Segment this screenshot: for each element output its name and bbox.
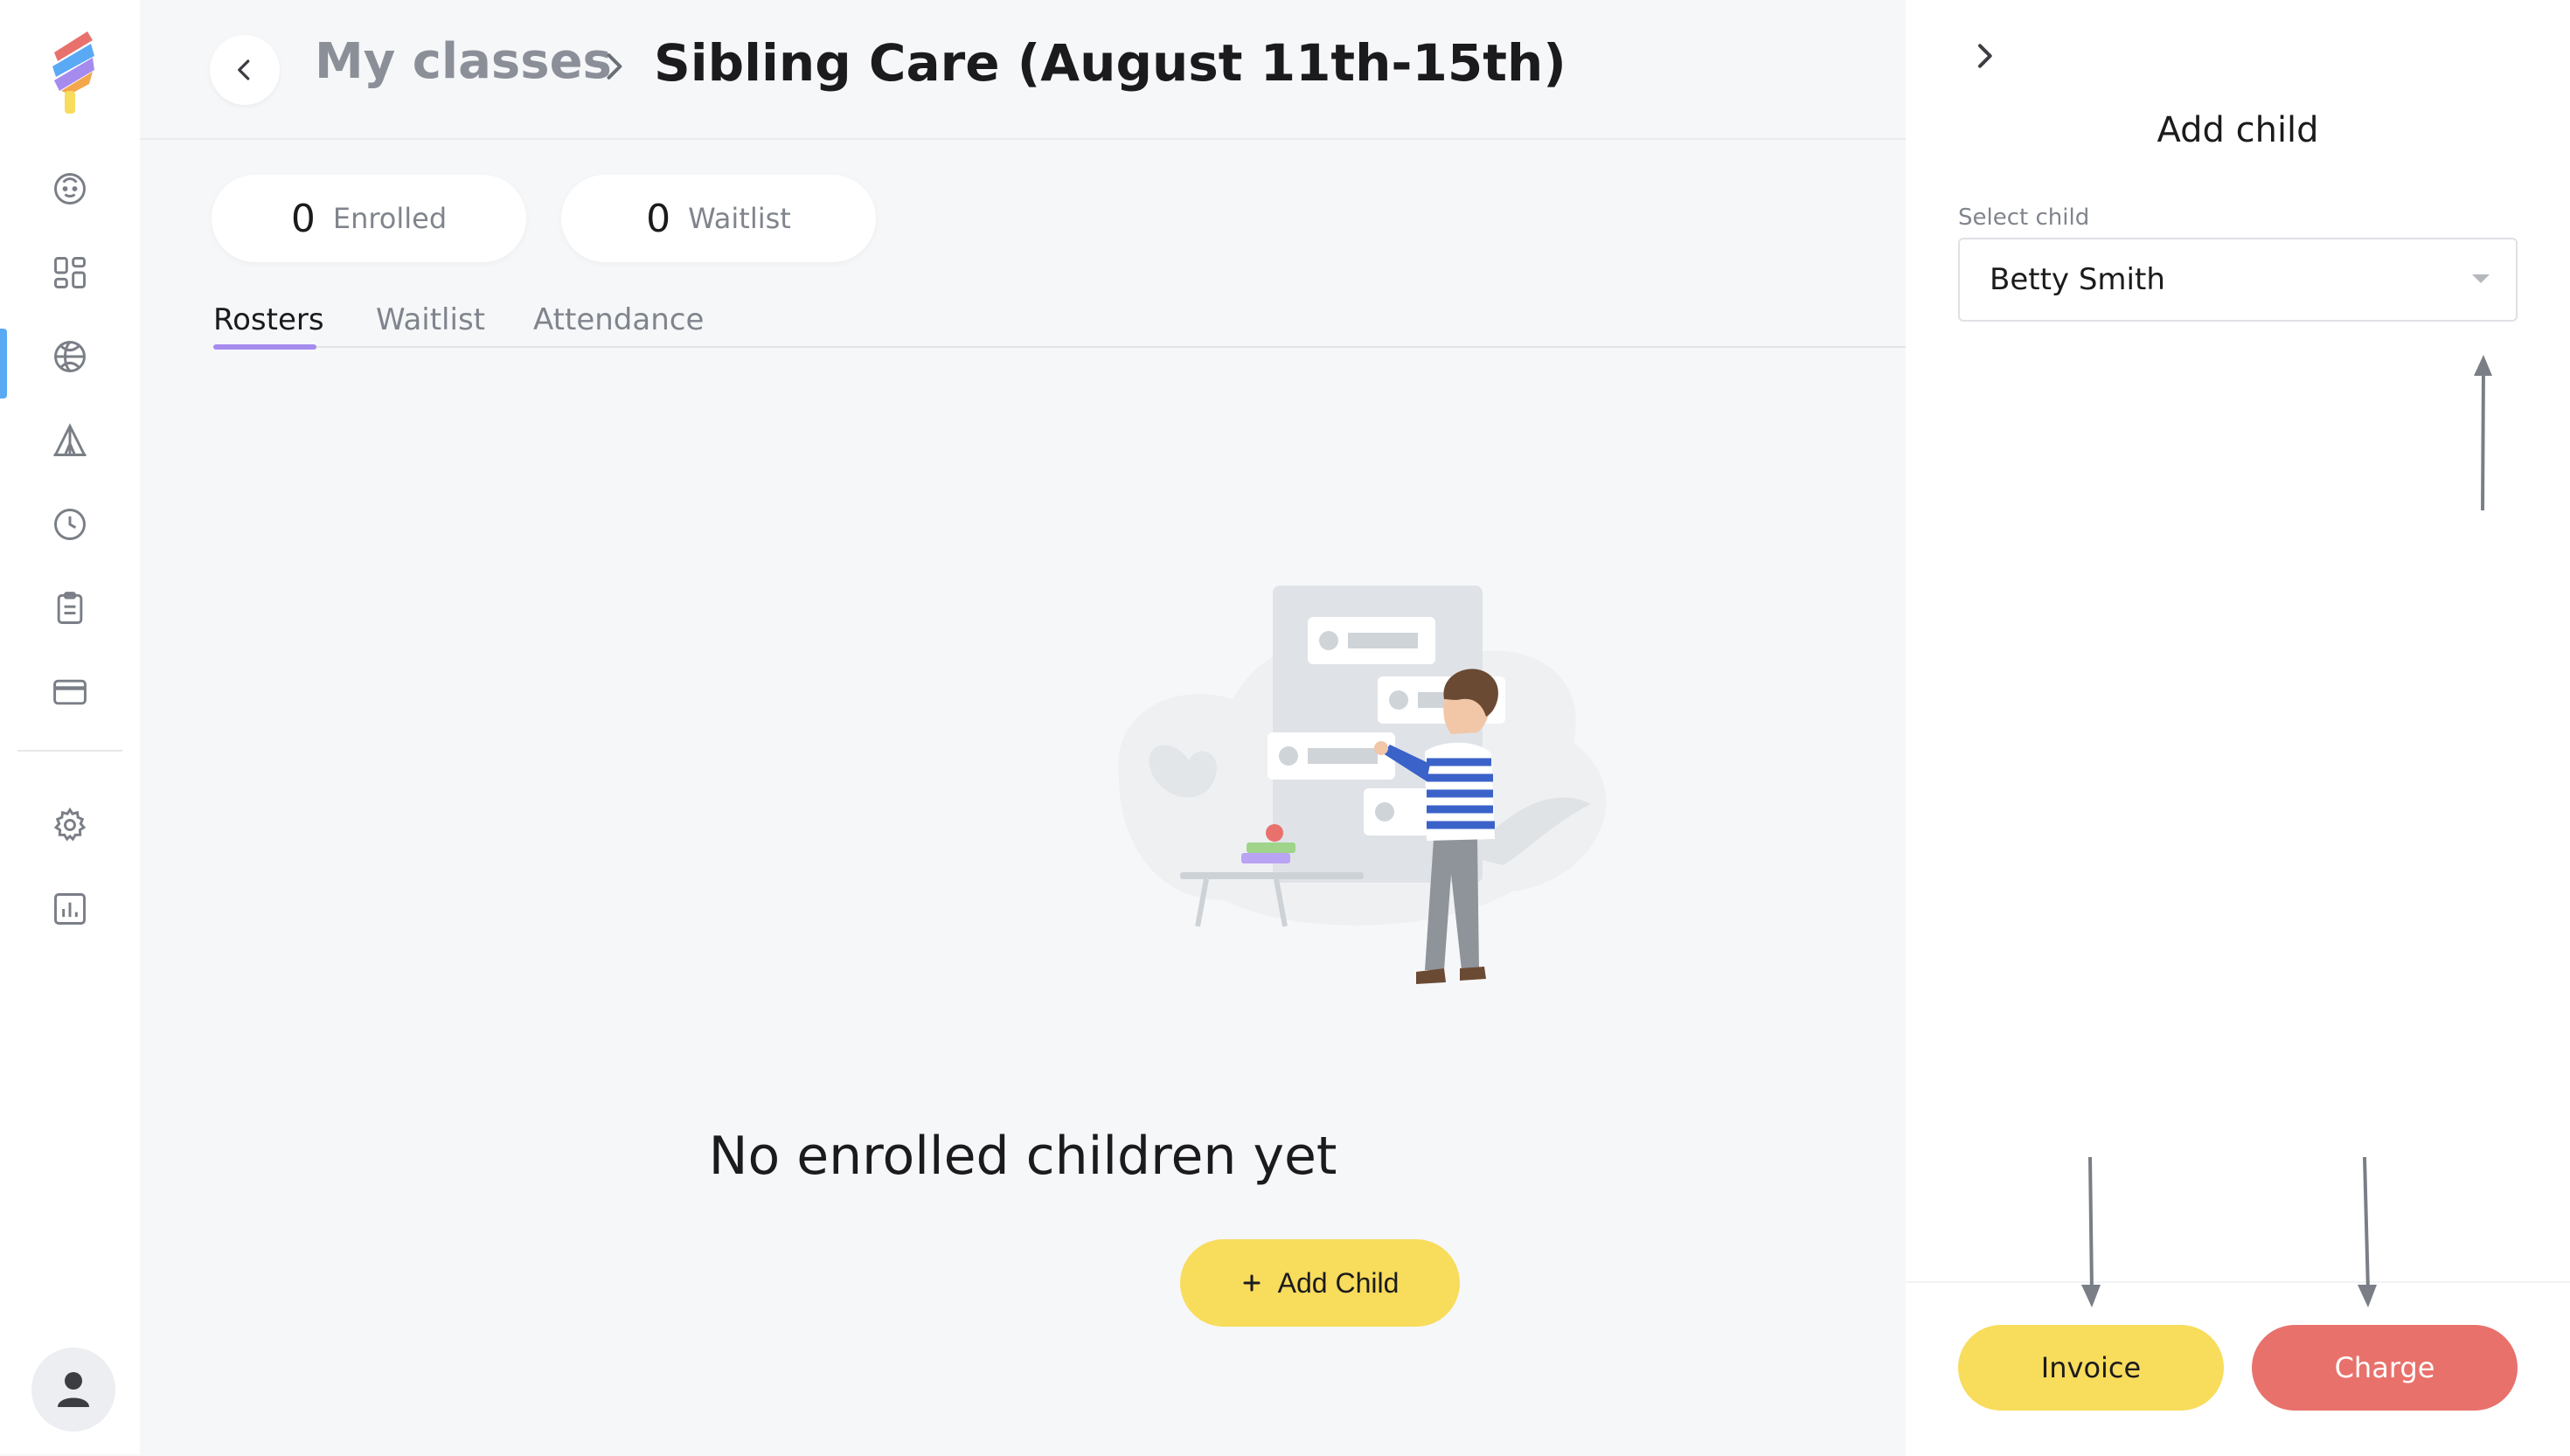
nav-settings[interactable] bbox=[0, 790, 140, 860]
user-icon bbox=[58, 1372, 89, 1407]
tab-attendance[interactable]: Attendance bbox=[533, 302, 704, 337]
active-tab-indicator bbox=[213, 344, 316, 350]
waitlist-count: 0 bbox=[646, 196, 671, 241]
tab-bar: Rosters Waitlist Attendance bbox=[213, 297, 1906, 350]
dashboard-icon bbox=[54, 257, 86, 288]
nav-camps[interactable] bbox=[0, 406, 140, 475]
clock-icon bbox=[54, 509, 86, 540]
select-child-dropdown[interactable]: Betty Smith bbox=[1958, 238, 2518, 322]
app-logo-icon[interactable] bbox=[49, 26, 96, 117]
panel-title: Add child bbox=[2157, 110, 2319, 150]
enrolled-label: Enrolled bbox=[332, 202, 448, 235]
chevron-left-icon bbox=[238, 59, 250, 80]
main-content: My classes Sibling Care (August 11th-15t… bbox=[140, 0, 1906, 1454]
add-child-panel: Add child Select child Betty Smith Invoi… bbox=[1906, 0, 2570, 1456]
sidebar bbox=[0, 0, 141, 1454]
breadcrumb-my-classes[interactable]: My classes bbox=[315, 33, 612, 90]
camp-tent-icon bbox=[53, 423, 87, 456]
enrolled-count: 0 bbox=[290, 196, 316, 241]
waitlist-label: Waitlist bbox=[688, 202, 791, 235]
chevron-right-icon bbox=[607, 53, 622, 80]
arrow-up-annotation bbox=[2474, 355, 2492, 511]
charge-button[interactable]: Charge bbox=[2252, 1325, 2518, 1411]
arrow-down-annotation bbox=[2358, 1156, 2377, 1307]
invoice-button[interactable]: Invoice bbox=[1958, 1325, 2224, 1411]
tab-waitlist[interactable]: Waitlist bbox=[376, 302, 485, 337]
gear-icon bbox=[53, 807, 87, 842]
nav-children[interactable] bbox=[0, 154, 140, 224]
enrolled-count-card[interactable]: 0 Enrolled bbox=[212, 175, 526, 262]
back-button[interactable] bbox=[210, 35, 280, 105]
add-child-label: Add Child bbox=[1277, 1266, 1400, 1299]
tab-rosters[interactable]: Rosters bbox=[213, 302, 324, 337]
child-face-icon bbox=[54, 173, 86, 205]
nav-forms[interactable] bbox=[0, 573, 140, 643]
empty-state-illustration bbox=[1118, 586, 1607, 984]
nav-billing[interactable] bbox=[0, 657, 140, 727]
reports-chart-icon bbox=[54, 893, 86, 925]
selected-child: Betty Smith bbox=[1990, 262, 2165, 297]
nav-dashboard[interactable] bbox=[0, 238, 140, 308]
page-title: Sibling Care (August 11th-15th) bbox=[654, 33, 1566, 93]
plus-icon bbox=[1243, 1274, 1261, 1292]
nav-divider bbox=[17, 750, 122, 752]
credit-card-icon bbox=[53, 679, 87, 705]
activities-icon bbox=[54, 341, 86, 372]
caret-down-icon bbox=[2472, 274, 2490, 283]
arrow-down-annotation bbox=[2081, 1156, 2101, 1307]
clipboard-icon bbox=[57, 592, 83, 624]
empty-state-title: No enrolled children yet bbox=[708, 1126, 1337, 1187]
chevron-right-icon[interactable] bbox=[1967, 38, 2002, 73]
nav-reports[interactable] bbox=[0, 874, 140, 944]
nav-activities[interactable] bbox=[0, 322, 140, 399]
nav-schedule[interactable] bbox=[0, 489, 140, 559]
waitlist-count-card[interactable]: 0 Waitlist bbox=[561, 175, 876, 262]
header: My classes Sibling Care (August 11th-15t… bbox=[140, 0, 1906, 140]
select-child-label: Select child bbox=[1958, 205, 2090, 231]
user-avatar[interactable] bbox=[31, 1348, 115, 1432]
add-child-button[interactable]: Add Child bbox=[1180, 1239, 1460, 1327]
